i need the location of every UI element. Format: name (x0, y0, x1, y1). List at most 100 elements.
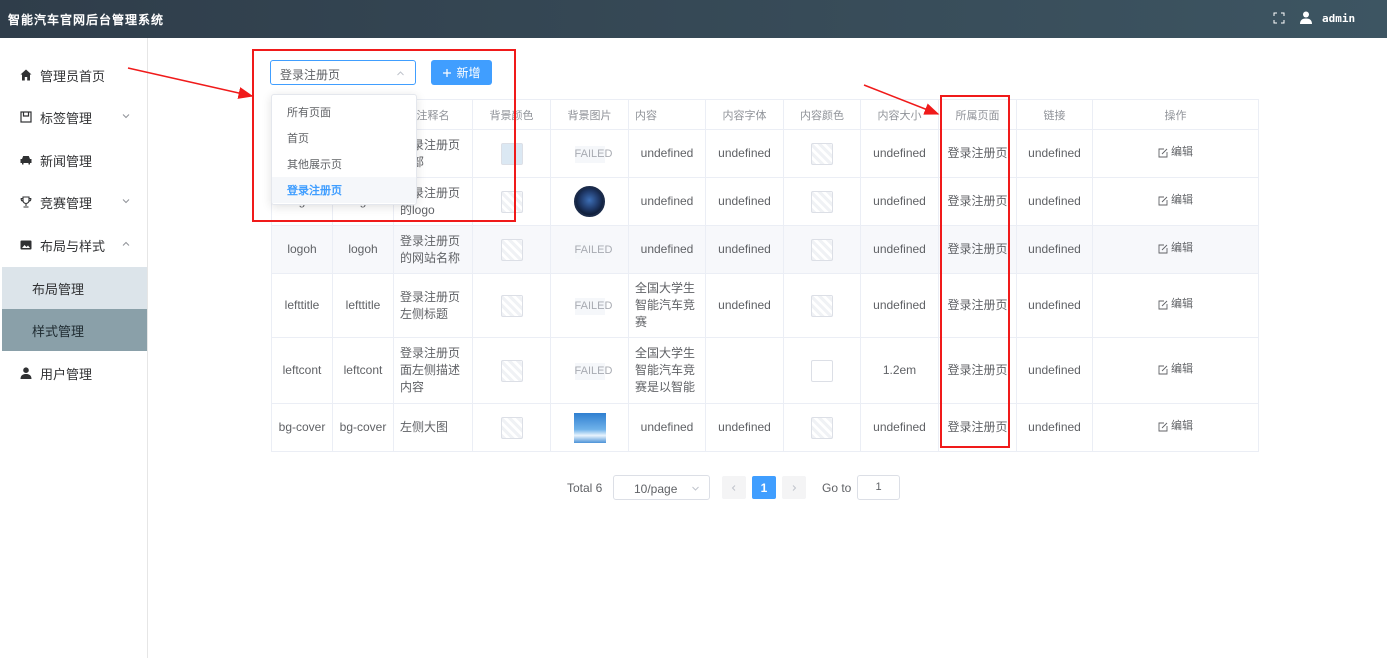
page-filter-select[interactable]: 登录注册页 (270, 60, 416, 85)
col-header: 链接 (1016, 99, 1093, 130)
color-swatch[interactable] (811, 142, 833, 165)
color-swatch[interactable] (811, 416, 833, 439)
cell-content: undefined (628, 403, 706, 452)
cell-key: lefttitle (271, 273, 333, 338)
color-swatch[interactable] (500, 238, 523, 261)
sidebar-subitem-style[interactable]: 样式管理 (2, 309, 147, 351)
cell-page: 登录注册页 (938, 225, 1017, 274)
cell-page: 登录注册页 (938, 337, 1017, 404)
plus-icon (443, 68, 452, 77)
col-header: 背景颜色 (472, 99, 551, 130)
chevron-left-icon (731, 484, 736, 491)
sidebar-item-news[interactable]: 新闻管理 (0, 139, 147, 181)
page-number-button[interactable]: 1 (752, 476, 776, 499)
fullscreen-icon[interactable] (1273, 12, 1285, 24)
sidebar-item-admin-home[interactable]: 管理员首页 (0, 54, 147, 96)
sidebar-item-users[interactable]: 用户管理 (0, 352, 147, 394)
edit-icon (1158, 148, 1168, 158)
cell-page: 登录注册页 (938, 403, 1017, 452)
cell-actions: 编辑 (1092, 129, 1259, 178)
cell-page: 登录注册页 (938, 177, 1017, 226)
next-page-button[interactable] (782, 476, 806, 499)
color-swatch[interactable] (500, 294, 523, 317)
cell-color (783, 129, 861, 178)
edit-button[interactable]: 编辑 (1158, 240, 1193, 257)
chevron-down-icon (692, 486, 699, 491)
cell-actions: 编辑 (1092, 273, 1259, 338)
color-swatch[interactable] (811, 190, 833, 213)
cell-color (783, 177, 861, 226)
cell-key: bg-cover (271, 403, 333, 452)
cell-link: undefined (1016, 225, 1093, 274)
prev-page-button[interactable] (722, 476, 746, 499)
goto-page-input[interactable]: 1 (857, 475, 900, 500)
cell-actions: 编辑 (1092, 403, 1259, 452)
logo-thumbnail[interactable] (574, 186, 605, 217)
cell-size: undefined (860, 129, 939, 178)
table-row: 登录注册页头部 FAILED undefined undefined undef… (271, 129, 1259, 178)
user-avatar-icon[interactable] (1300, 11, 1312, 24)
chevron-up-icon (122, 241, 130, 246)
username[interactable]: admin (1322, 12, 1355, 25)
color-swatch[interactable] (500, 359, 523, 382)
color-swatch[interactable] (500, 416, 523, 439)
col-header: 内容大小 (860, 99, 939, 130)
dropdown-option[interactable]: 其他展示页 (272, 151, 416, 177)
col-header: 所属页面 (938, 99, 1017, 130)
dropdown-option[interactable]: 首页 (272, 125, 416, 151)
cell-bg-image (550, 177, 629, 226)
edit-button[interactable]: 编辑 (1158, 192, 1193, 209)
color-swatch[interactable] (811, 294, 833, 317)
dropdown-option[interactable]: 所有页面 (272, 99, 416, 125)
sidebar-item-layout-style[interactable]: 布局与样式 (0, 224, 147, 266)
image-failed: FAILED (574, 362, 612, 380)
edit-button[interactable]: 编辑 (1158, 418, 1193, 435)
sidebar-item-label: 竞赛管理 (40, 195, 93, 211)
cell-comment: 左侧大图 (393, 403, 473, 452)
edit-icon (1158, 365, 1168, 375)
sky-thumbnail[interactable] (573, 412, 606, 443)
chevron-down-icon (122, 199, 130, 204)
cell-color (783, 337, 861, 404)
sidebar-item-competition[interactable]: 竞赛管理 (0, 181, 147, 223)
edit-icon (1158, 244, 1168, 254)
page-filter-value: 登录注册页 (280, 68, 341, 82)
cell-content: undefined (628, 225, 706, 274)
cell-comment: 登录注册页的网站名称 (393, 225, 473, 274)
cell-font: undefined (705, 273, 784, 338)
edit-button[interactable]: 编辑 (1158, 296, 1193, 313)
sidebar-item-label: 新闻管理 (40, 153, 93, 169)
edit-button[interactable]: 编辑 (1158, 361, 1193, 378)
cell-link: undefined (1016, 337, 1093, 404)
color-swatch[interactable] (811, 238, 833, 261)
sidebar-subitem-layout[interactable]: 布局管理 (2, 267, 147, 309)
cell-comment: 登录注册页左侧标题 (393, 273, 473, 338)
cell-font: undefined (705, 177, 784, 226)
cell-actions: 编辑 (1092, 177, 1259, 226)
top-header: 智能汽车官网后台管理系统 admin (0, 0, 1387, 38)
goto-label: Go to (822, 481, 852, 495)
col-header: 内容颜色 (783, 99, 861, 130)
sidebar-item-tags[interactable]: 标签管理 (0, 96, 147, 138)
add-button[interactable]: 新增 (431, 60, 492, 85)
page-size-select[interactable]: 10/page (613, 475, 710, 500)
dropdown-option-selected[interactable]: 登录注册页 (272, 177, 416, 203)
cell-bg-image: FAILED (550, 337, 629, 404)
cell-bg-color (472, 177, 551, 226)
cell-size: undefined (860, 177, 939, 226)
cell-size: 1.2em (860, 337, 939, 404)
app-title: 智能汽车官网后台管理系统 (8, 13, 165, 27)
image-failed: FAILED (574, 145, 612, 163)
cell-content: undefined (628, 177, 706, 226)
cell-font (705, 337, 784, 404)
color-swatch[interactable] (811, 359, 833, 382)
edit-label: 编辑 (1171, 363, 1193, 376)
edit-button[interactable]: 编辑 (1158, 144, 1193, 161)
style-table: 注释名 背景颜色 背景图片 内容 内容字体 内容颜色 内容大小 所属页面 链接 … (271, 99, 1259, 452)
cell-key: logoh (271, 225, 333, 274)
cell-link: undefined (1016, 273, 1093, 338)
color-swatch[interactable] (500, 190, 523, 213)
cell-bg-color (472, 129, 551, 178)
table-row: bg-cover bg-cover 左侧大图 undefined undefin… (271, 403, 1259, 452)
color-swatch[interactable] (500, 142, 523, 165)
